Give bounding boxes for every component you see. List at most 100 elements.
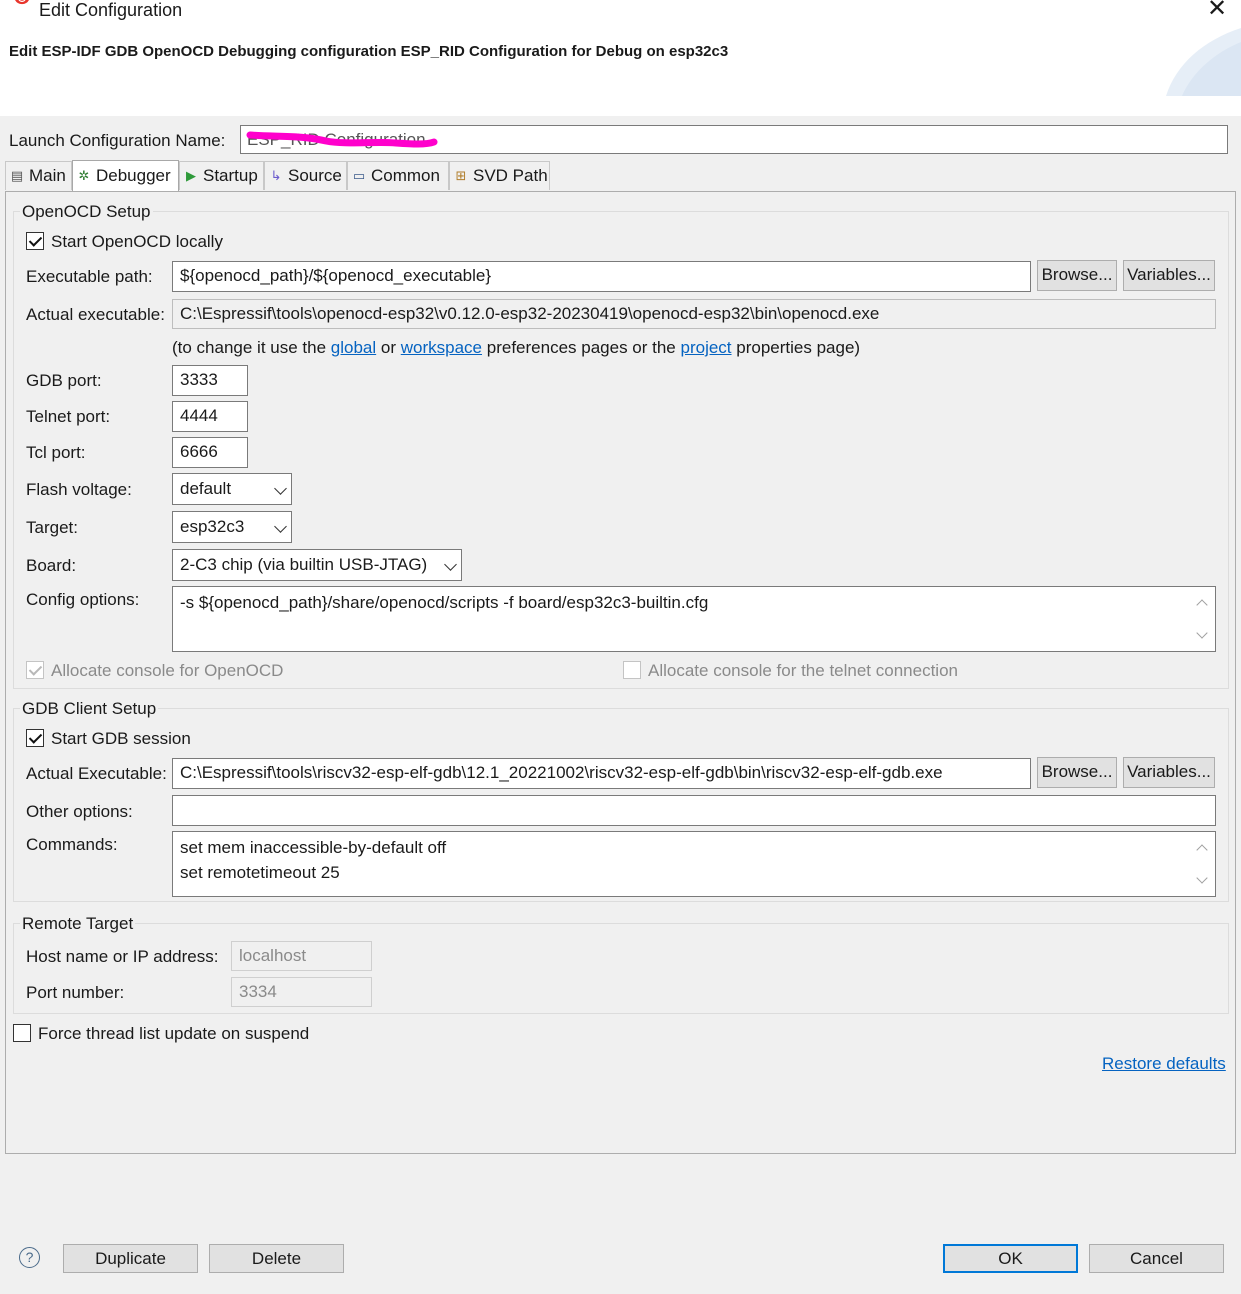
delete-button[interactable]: Delete	[209, 1244, 344, 1273]
espressif-app-icon	[15, 0, 29, 5]
gdb-actual-executable-value: C:\Espressif\tools\riscv32-esp-elf-gdb\1…	[180, 763, 943, 782]
openocd-browse-button[interactable]: Browse...	[1037, 260, 1117, 291]
allocate-console-openocd-label: Allocate console for OpenOCD	[51, 661, 284, 680]
redaction-scribble	[246, 131, 438, 148]
board-select[interactable]: 2-C3 chip (via builtin USB-JTAG)	[172, 549, 462, 581]
close-icon[interactable]: ✕	[1203, 0, 1231, 22]
window-title: Edit Configuration	[39, 0, 183, 20]
tab-common-label: Common	[371, 166, 440, 185]
start-openocd-checkbox[interactable]	[26, 232, 44, 250]
scroll-down-icon[interactable]	[1196, 627, 1208, 639]
other-options-input[interactable]	[172, 795, 1216, 826]
host-name-value: localhost	[239, 946, 307, 965]
target-value: esp32c3	[180, 517, 245, 536]
executable-path-input[interactable]: ${openocd_path}/${openocd_executable}	[172, 261, 1031, 292]
flash-voltage-label: Flash voltage:	[26, 480, 132, 499]
telnet-port-value: 4444	[180, 406, 218, 425]
tcl-port-input[interactable]: 6666	[172, 437, 248, 468]
help-icon[interactable]: ?	[19, 1247, 40, 1268]
tab-source[interactable]: ↳ Source	[264, 161, 347, 190]
gdb-actual-executable-label: Actual Executable:	[26, 764, 167, 783]
tab-common[interactable]: ▭ Common	[347, 161, 449, 190]
debugger-tab-content: OpenOCD Setup Start OpenOCD locally Exec…	[5, 191, 1236, 1154]
global-preferences-link[interactable]: global	[331, 338, 376, 357]
port-number-label: Port number:	[26, 983, 125, 1002]
other-options-label: Other options:	[26, 802, 133, 821]
config-options-scrollbar[interactable]	[1189, 587, 1215, 651]
force-thread-update-checkbox[interactable]	[13, 1024, 31, 1042]
tab-debugger-label: Debugger	[96, 166, 171, 185]
tcl-port-label: Tcl port:	[26, 443, 86, 462]
start-openocd-label: Start OpenOCD locally	[51, 232, 223, 251]
cancel-button[interactable]: Cancel	[1089, 1244, 1224, 1273]
remote-target-group	[13, 923, 1229, 1014]
chevron-down-icon	[444, 558, 457, 571]
ok-button[interactable]: OK	[943, 1244, 1078, 1273]
launch-name-label: Launch Configuration Name:	[9, 131, 226, 150]
host-name-input[interactable]: localhost	[231, 941, 372, 971]
board-value: 2-C3 chip (via builtin USB-JTAG)	[180, 555, 428, 574]
commands-textarea[interactable]: set mem inaccessible-by-default off set …	[172, 831, 1216, 897]
config-options-textarea[interactable]: -s ${openocd_path}/share/openocd/scripts…	[172, 586, 1216, 652]
tab-main-label: Main	[29, 166, 66, 185]
host-name-label: Host name or IP address:	[26, 947, 219, 966]
telnet-port-input[interactable]: 4444	[172, 401, 248, 432]
tab-strip: ▤ Main ✲ Debugger ▶ Startup ↳ Source ▭ C…	[5, 160, 1236, 191]
openocd-setup-title: OpenOCD Setup	[20, 202, 153, 222]
tab-debugger[interactable]: ✲ Debugger	[72, 160, 179, 191]
target-select[interactable]: esp32c3	[172, 511, 292, 543]
svd-tree-icon: ⊞	[455, 168, 467, 183]
commands-label: Commands:	[26, 835, 118, 854]
chevron-down-icon	[274, 482, 287, 495]
source-icon: ↳	[270, 168, 282, 183]
config-options-value: -s ${openocd_path}/share/openocd/scripts…	[180, 593, 709, 612]
hint-or: or	[380, 338, 397, 357]
gdb-browse-button[interactable]: Browse...	[1037, 757, 1117, 788]
scroll-down-icon[interactable]	[1196, 872, 1208, 884]
openocd-variables-button[interactable]: Variables...	[1123, 260, 1215, 291]
dialog-subtitle: Edit ESP-IDF GDB OpenOCD Debugging confi…	[9, 43, 729, 60]
gdb-port-value: 3333	[180, 370, 218, 389]
force-thread-update-label: Force thread list update on suspend	[38, 1024, 310, 1043]
start-gdb-session-label: Start GDB session	[51, 729, 191, 748]
openocd-path-hint: (to change it use the global or workspac…	[172, 338, 860, 358]
config-options-label: Config options:	[26, 590, 140, 609]
commands-line: set remotetimeout 25	[180, 863, 340, 882]
allocate-console-openocd-checkbox[interactable]	[26, 661, 44, 679]
tcl-port-value: 6666	[180, 442, 218, 461]
tab-main[interactable]: ▤ Main	[5, 161, 72, 190]
target-label: Target:	[26, 518, 78, 537]
common-icon: ▭	[352, 168, 366, 183]
flash-voltage-select[interactable]: default	[172, 473, 292, 505]
allocate-console-telnet-checkbox[interactable]	[623, 661, 641, 679]
header-decoration	[1166, 28, 1241, 96]
commands-scrollbar[interactable]	[1189, 832, 1215, 896]
executable-path-value: ${openocd_path}/${openocd_executable}	[180, 266, 492, 285]
scroll-up-icon[interactable]	[1196, 599, 1208, 611]
tab-startup-label: Startup	[203, 166, 258, 185]
allocate-console-telnet-label: Allocate console for the telnet connecti…	[648, 661, 958, 680]
port-number-value: 3334	[239, 982, 277, 1001]
port-number-input[interactable]: 3334	[231, 977, 372, 1007]
remote-target-title: Remote Target	[20, 914, 136, 934]
gdb-port-label: GDB port:	[26, 371, 102, 390]
document-icon: ▤	[10, 168, 24, 183]
tab-svd-path[interactable]: ⊞ SVD Path	[449, 161, 550, 190]
debugger-bug-icon: ✲	[78, 168, 90, 183]
gdb-port-input[interactable]: 3333	[172, 365, 248, 396]
gdb-client-setup-title: GDB Client Setup	[20, 699, 159, 719]
tab-source-label: Source	[288, 166, 342, 185]
hint-prefix: (to change it use the	[172, 338, 327, 357]
duplicate-button[interactable]: Duplicate	[63, 1244, 198, 1273]
project-properties-link[interactable]: project	[681, 338, 732, 357]
play-icon: ▶	[186, 168, 196, 183]
tab-startup[interactable]: ▶ Startup	[179, 161, 264, 190]
commands-line: set mem inaccessible-by-default off	[180, 838, 447, 857]
restore-defaults-link[interactable]: Restore defaults	[1102, 1054, 1226, 1074]
gdb-variables-button[interactable]: Variables...	[1123, 757, 1215, 788]
workspace-preferences-link[interactable]: workspace	[401, 338, 482, 357]
hint-middle: preferences pages or the	[486, 338, 676, 357]
start-gdb-session-checkbox[interactable]	[26, 729, 44, 747]
scroll-up-icon[interactable]	[1196, 844, 1208, 856]
gdb-actual-executable-input[interactable]: C:\Espressif\tools\riscv32-esp-elf-gdb\1…	[172, 758, 1031, 789]
